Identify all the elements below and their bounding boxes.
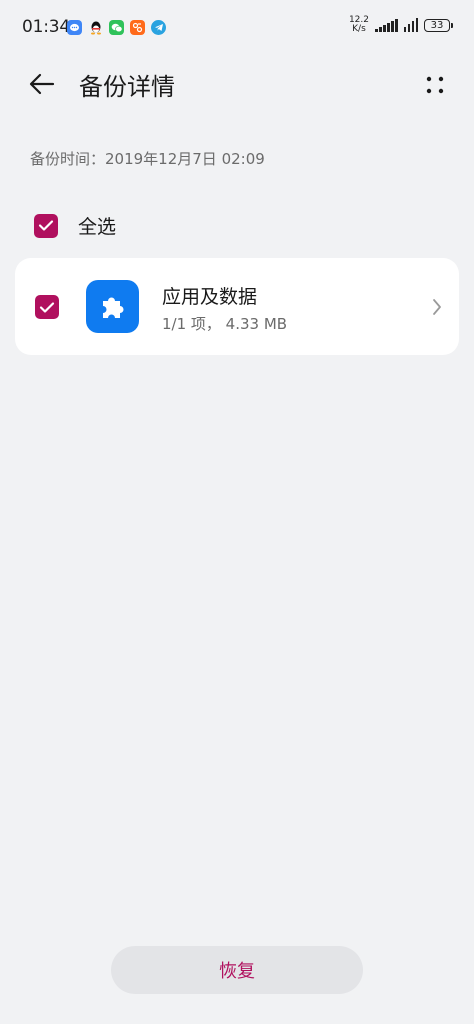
more-dots-icon [426,76,444,94]
select-all-checkbox[interactable] [34,213,58,238]
battery-level: 33 [430,19,444,31]
wechat-icon [109,20,124,35]
battery-icon: 33 [424,18,453,32]
checkmark-icon [39,301,55,313]
item-title: 应用及数据 [162,286,258,308]
network-speed: 12.2 K/s [349,16,369,34]
back-button[interactable] [22,66,62,102]
page-title: 备份详情 [79,73,175,101]
more-options-button[interactable] [418,68,452,102]
qq-icon [88,20,103,35]
status-time: 01:34 [22,17,70,37]
checkmark-icon [38,220,54,231]
app-bar: 备份详情 [0,56,474,112]
signal-icon-1 [375,18,398,32]
item-subtitle: 1/1 项， 4.33 MB [162,315,288,333]
app-icon [130,20,145,35]
back-arrow-icon [29,73,55,95]
select-all-row[interactable]: 全选 [34,212,116,239]
select-all-label: 全选 [78,216,117,238]
status-right: 12.2 K/s 33 [349,16,453,34]
message-icon [67,20,82,35]
telegram-icon [151,20,166,35]
signal-icon-2 [403,18,418,32]
chevron-right-icon [429,296,445,318]
backup-details-screen: 01:34 12.2 K/s 33 备份详情 备份时间：2019年12月7日 0… [0,0,474,1024]
puzzle-icon [86,280,139,333]
backup-time-text: 备份时间：2019年12月7日 02:09 [30,150,265,168]
status-bar: 01:34 12.2 K/s 33 [0,0,474,56]
restore-button[interactable]: 恢复 [111,946,363,994]
item-checkbox[interactable] [35,295,59,319]
notification-icons [67,20,166,35]
list-item-apps-and-data[interactable]: 应用及数据 1/1 项， 4.33 MB [15,258,459,355]
network-speed-unit: K/s [352,24,366,34]
